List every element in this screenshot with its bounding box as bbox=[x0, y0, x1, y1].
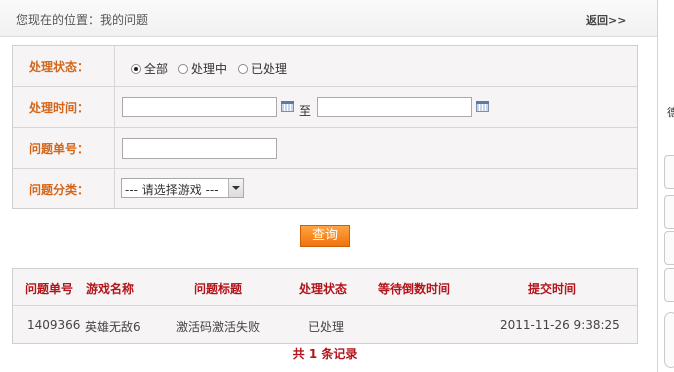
column-header: 提交时间 bbox=[528, 282, 577, 296]
sidebar-tab[interactable] bbox=[664, 195, 674, 229]
total-prefix: 共 bbox=[292, 347, 305, 361]
status-row: 处理状态： 全部 处理中 已处理 bbox=[13, 46, 637, 86]
total-suffix: 条记录 bbox=[321, 347, 358, 361]
breadcrumb: 您现在的位置：我的问题 bbox=[16, 13, 149, 27]
status-radio-processing[interactable]: 处理中 bbox=[178, 60, 227, 77]
ticket-number-input[interactable] bbox=[122, 138, 277, 159]
end-date-input[interactable] bbox=[317, 97, 472, 117]
sidebar-tab[interactable] bbox=[664, 231, 674, 265]
column-header: 处理状态 bbox=[299, 282, 348, 296]
total-records: 共 1 条记录 bbox=[0, 345, 650, 362]
status-option-label: 处理中 bbox=[191, 62, 228, 76]
time-row: 处理时间： 至 bbox=[13, 87, 637, 127]
main-panel: 您现在的位置：我的问题 返回>> 处理状态： 全部 处理中 已处理 处理时间： bbox=[0, 0, 658, 372]
calendar-icon[interactable] bbox=[476, 101, 489, 112]
total-count: 1 bbox=[308, 347, 318, 361]
status-radio-processed[interactable]: 已处理 bbox=[238, 60, 287, 77]
radio-unchecked-icon bbox=[238, 63, 248, 74]
ticket-row: 问题单号： bbox=[13, 128, 637, 168]
query-button[interactable]: 查询 bbox=[300, 225, 350, 247]
table-cell: 已处理 bbox=[308, 320, 345, 334]
sidebar-tab[interactable] bbox=[664, 312, 674, 368]
ticket-label: 问题单号： bbox=[29, 142, 90, 156]
radio-checked-icon bbox=[131, 63, 141, 74]
filter-form: 处理状态： 全部 处理中 已处理 处理时间： 至 问题单号： 问题分类： ---… bbox=[12, 45, 638, 209]
calendar-icon[interactable] bbox=[281, 101, 294, 112]
table-cell: 1409366 bbox=[27, 318, 81, 332]
status-radio-all[interactable]: 全部 bbox=[131, 60, 168, 77]
column-header: 问题单号 bbox=[25, 282, 74, 296]
sidebar-tab[interactable] bbox=[664, 268, 674, 302]
table-cell: 英雄无敌6 bbox=[85, 320, 141, 334]
column-header: 等待倒数时间 bbox=[378, 282, 451, 296]
table-cell: 激活码激活失败 bbox=[176, 320, 261, 334]
top-bar: 您现在的位置：我的问题 返回>> bbox=[0, 0, 657, 37]
right-sidebar: 德 bbox=[658, 0, 674, 372]
column-header: 游戏名称 bbox=[86, 282, 135, 296]
table-header: 问题单号 游戏名称 问题标题 处理状态 等待倒数时间 提交时间 bbox=[13, 269, 637, 306]
game-select-value: --- 请选择游戏 --- bbox=[125, 183, 219, 197]
back-link[interactable]: 返回>> bbox=[586, 12, 626, 28]
date-range-separator: 至 bbox=[299, 104, 312, 118]
game-select[interactable]: --- 请选择游戏 --- bbox=[121, 178, 244, 198]
radio-unchecked-icon bbox=[178, 63, 188, 74]
time-label: 处理时间： bbox=[29, 101, 90, 115]
status-label: 处理状态： bbox=[29, 60, 90, 74]
start-date-input[interactable] bbox=[122, 97, 277, 117]
results-table: 问题单号 游戏名称 问题标题 处理状态 等待倒数时间 提交时间 1409366 … bbox=[12, 268, 638, 344]
category-row: 问题分类： --- 请选择游戏 --- bbox=[13, 169, 637, 209]
sidebar-tab[interactable] bbox=[664, 155, 674, 189]
table-cell: 2011-11-26 9:38:25 bbox=[500, 318, 620, 332]
sidebar-text: 德 bbox=[667, 106, 674, 119]
category-label: 问题分类： bbox=[29, 183, 90, 197]
status-option-label: 全部 bbox=[144, 62, 169, 76]
status-option-label: 已处理 bbox=[251, 62, 288, 76]
column-header: 问题标题 bbox=[194, 282, 243, 296]
chevron-down-icon bbox=[228, 179, 243, 197]
